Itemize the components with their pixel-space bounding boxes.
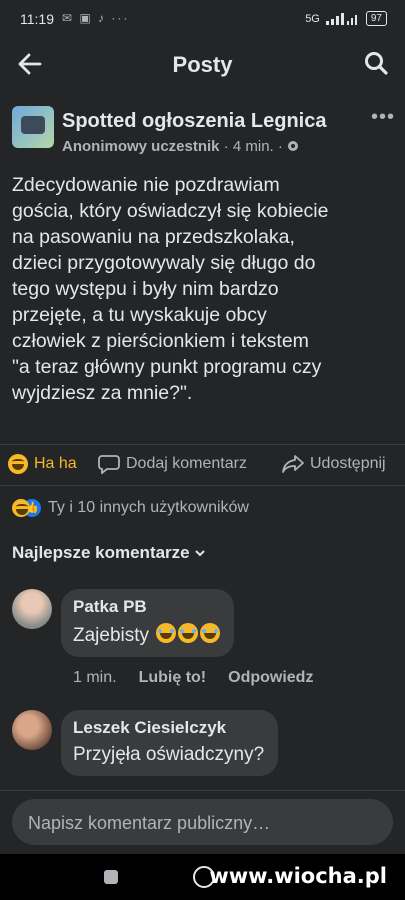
reply-button[interactable]: Odpowiedz xyxy=(228,669,313,687)
comment-text: Zajebisty xyxy=(73,623,221,647)
post-text: Zdecydowanie nie pozdrawiam gościa, któr… xyxy=(12,174,329,404)
share-label: Udostępnij xyxy=(310,455,386,472)
share-button[interactable]: Udostępnij xyxy=(282,454,386,474)
search-button[interactable] xyxy=(363,50,389,76)
status-time: 11:19 xyxy=(20,11,54,27)
comment-author[interactable]: Patka PB xyxy=(73,597,220,617)
status-right: 5G 97 xyxy=(305,11,387,26)
haha-reaction-button[interactable]: Ha ha xyxy=(8,454,77,474)
chevron-down-icon xyxy=(194,550,205,557)
avatar[interactable] xyxy=(12,589,52,629)
comment-input[interactable] xyxy=(26,799,380,847)
rofl-emoji-icon xyxy=(156,623,177,643)
battery-icon: 97 xyxy=(365,11,387,26)
post-author[interactable]: Anonimowy uczestnik xyxy=(62,138,220,155)
like-comment-button[interactable]: Lubię to! xyxy=(139,669,207,687)
comment-composer[interactable] xyxy=(12,799,393,847)
add-comment-button[interactable]: Dodaj komentarz xyxy=(98,454,247,474)
comment-bubble[interactable]: Patka PB Zajebisty xyxy=(61,589,235,657)
comment-item: Leszek Ciesielczyk Przyjęła oświadczyny? xyxy=(12,710,397,782)
post-header: Spotted ogłoszenia Legnica Anonimowy ucz… xyxy=(12,104,397,164)
network-label: 5G xyxy=(305,12,320,25)
status-bar: 11:19 ✉ ▣ ♪ ··· 5G 97 xyxy=(0,0,405,38)
add-comment-label: Dodaj komentarz xyxy=(126,455,247,472)
comment-actions: 1 min. Lubię to! Odpowiedz xyxy=(73,669,313,687)
page-avatar[interactable] xyxy=(12,106,54,148)
comment-time: 1 min. xyxy=(73,669,117,686)
globe-icon xyxy=(288,141,299,151)
post-action-bar: Ha ha Dodaj komentarz Udostępnij xyxy=(0,444,405,486)
reaction-icons: 👍 xyxy=(12,498,42,518)
comment-bubble[interactable]: Leszek Ciesielczyk Przyjęła oświadczyny? xyxy=(61,710,279,776)
page-title: Posty xyxy=(172,52,233,77)
post-time[interactable]: · 4 min. · xyxy=(224,138,283,155)
comment-icon xyxy=(98,455,120,474)
reactions-text: Ty i 10 innych użytkowników xyxy=(48,499,249,516)
comment-text: Przyjęła oświadczyny? xyxy=(73,744,265,765)
share-icon xyxy=(282,455,304,473)
app-bar: Posty xyxy=(0,38,405,90)
recents-button[interactable] xyxy=(104,870,118,884)
page-name[interactable]: Spotted ogłoszenia Legnica xyxy=(62,110,326,133)
comment-composer-area xyxy=(0,790,405,855)
comment-author[interactable]: Leszek Ciesielczyk xyxy=(73,718,264,738)
reactions-summary[interactable]: 👍 Ty i 10 innych użytkowników xyxy=(12,498,249,518)
more-options-icon[interactable]: ••• xyxy=(371,106,395,129)
haha-label: Ha ha xyxy=(34,455,77,472)
search-icon xyxy=(365,52,388,75)
watermark: www.wiocha.pl xyxy=(209,864,387,888)
avatar[interactable] xyxy=(12,710,52,750)
comment-item: Patka PB Zajebisty 1 min. Lubię to! Odpo… xyxy=(12,589,397,689)
rofl-emoji-icon xyxy=(200,623,221,643)
post-meta: Anonimowy uczestnik · 4 min. · xyxy=(62,138,299,155)
comments-sort-button[interactable]: Najlepsze komentarze xyxy=(12,543,206,563)
incognito-icon xyxy=(21,116,45,134)
comment-text-content: Zajebisty xyxy=(73,625,150,646)
haha-emoji-icon xyxy=(8,454,28,474)
rofl-emoji-icon xyxy=(178,623,199,643)
system-nav-bar: www.wiocha.pl xyxy=(0,854,405,900)
signal-icon xyxy=(325,12,357,25)
sort-label: Najlepsze komentarze xyxy=(12,543,190,562)
notification-icons: ✉ ▣ ♪ ··· xyxy=(62,11,130,25)
haha-emoji-icon xyxy=(12,499,30,517)
